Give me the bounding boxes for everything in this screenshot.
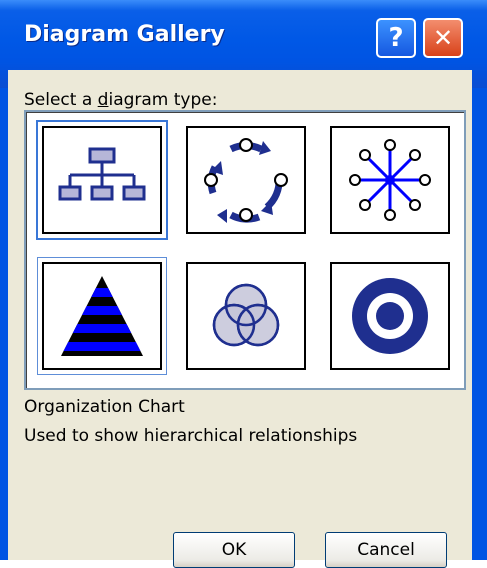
pyramid-diagram-icon bbox=[61, 276, 143, 356]
diagram-gallery-window: Diagram Gallery ? ✕ Select a diagram typ… bbox=[0, 0, 487, 568]
help-button[interactable]: ? bbox=[376, 18, 416, 58]
target-tile bbox=[330, 262, 450, 370]
diagram-type-pyramid[interactable] bbox=[37, 257, 167, 375]
selected-diagram-name: Organization Chart bbox=[24, 397, 185, 417]
diagram-type-radial[interactable] bbox=[326, 122, 454, 238]
selected-diagram-description: Used to show hierarchical relationships bbox=[24, 426, 358, 446]
radial-diagram-icon bbox=[349, 139, 431, 221]
prompt-text-after: iagram type: bbox=[108, 90, 218, 110]
cancel-button[interactable]: Cancel bbox=[325, 532, 447, 568]
prompt-text-before: Select a bbox=[24, 90, 98, 110]
org-chart-icon bbox=[58, 147, 146, 201]
org-chart-tile bbox=[42, 126, 162, 234]
diagram-type-venn[interactable] bbox=[182, 258, 310, 374]
ok-button[interactable]: OK bbox=[173, 532, 295, 568]
select-diagram-type-label: Select a diagram type: bbox=[24, 90, 217, 110]
cycle-diagram-icon bbox=[204, 138, 288, 223]
diagram-type-cycle[interactable] bbox=[182, 122, 310, 238]
venn-tile bbox=[186, 262, 306, 370]
radial-tile bbox=[330, 126, 450, 234]
close-icon: ✕ bbox=[432, 24, 454, 52]
window-title: Diagram Gallery bbox=[24, 22, 225, 47]
pyramid-tile bbox=[42, 262, 162, 370]
close-button[interactable]: ✕ bbox=[423, 18, 463, 58]
diagram-type-gallery[interactable] bbox=[24, 110, 466, 390]
target-diagram-icon bbox=[352, 278, 428, 354]
prompt-accelerator: d bbox=[97, 90, 109, 110]
diagram-type-target[interactable] bbox=[326, 258, 454, 374]
diagram-type-organization-chart[interactable] bbox=[36, 120, 168, 240]
cycle-tile bbox=[186, 126, 306, 234]
venn-diagram-icon bbox=[212, 283, 280, 347]
help-icon: ? bbox=[388, 23, 404, 53]
